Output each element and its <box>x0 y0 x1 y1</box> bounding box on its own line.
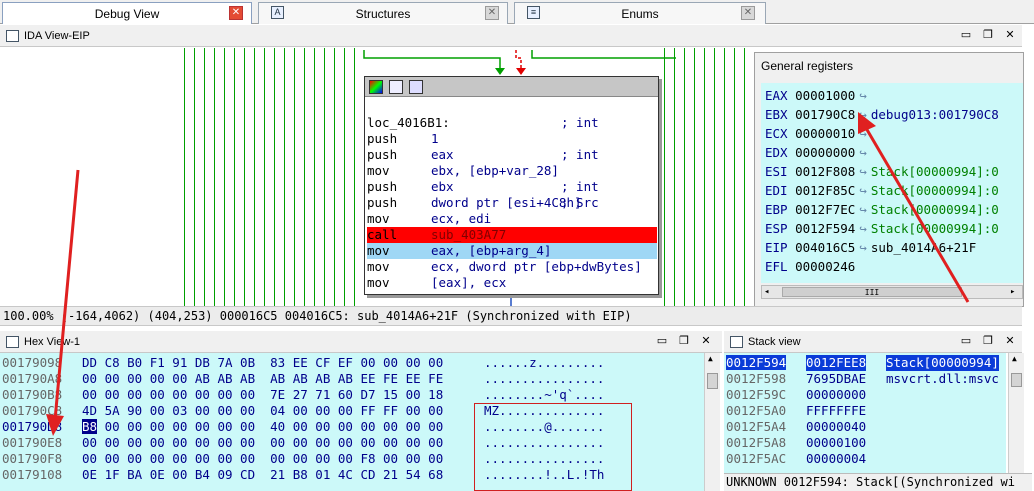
annotation-arrow-left <box>53 169 80 421</box>
annotation-arrow-right <box>864 127 970 303</box>
arrowhead <box>46 414 64 436</box>
annotation-arrows <box>46 112 970 436</box>
